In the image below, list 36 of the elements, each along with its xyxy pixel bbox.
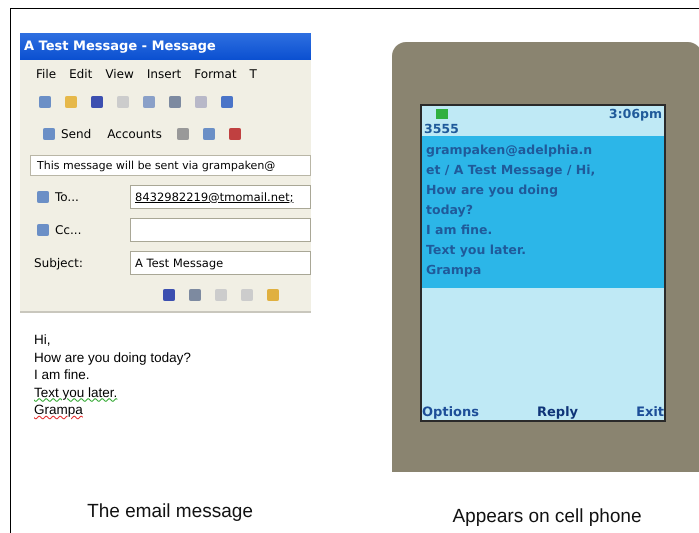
info-bar: This message will be sent via grampaken@ <box>30 155 311 176</box>
input-field[interactable]: A Test Message <box>130 250 311 274</box>
caption: The email message <box>86 501 254 523</box>
caption: Appears on cell phone <box>451 506 643 528</box>
message-line: Text you later. <box>426 241 528 259</box>
softkey[interactable]: Exit <box>636 405 664 420</box>
window-title: A Test Message - Message <box>20 33 311 60</box>
accounts-button[interactable]: Accounts <box>103 127 166 141</box>
message-line: Grampa <box>426 261 482 279</box>
menu-item[interactable]: Edit <box>69 67 92 81</box>
menu-item[interactable]: File <box>36 67 56 81</box>
body-line: Grampa <box>34 401 83 418</box>
softkey[interactable]: Options <box>422 405 479 420</box>
message-line: grampaken@adelphia.n <box>426 141 594 159</box>
field-label: Subject: <box>34 256 84 270</box>
field-label[interactable]: Cc... <box>34 220 130 238</box>
menu-item[interactable]: T <box>250 67 257 81</box>
menu-item[interactable]: View <box>105 67 134 81</box>
body-line: How are you doing today? <box>34 348 191 366</box>
message-line: et / A Test Message / Hi, <box>426 161 596 179</box>
menu-item[interactable]: Format <box>194 67 237 81</box>
message-line: today? <box>426 201 474 219</box>
input-field[interactable]: 8432982219@tmomail.net; <box>130 184 311 208</box>
message-line: I am fine. <box>426 221 494 239</box>
softkey[interactable]: Reply <box>536 405 578 420</box>
message-line: How are you doing <box>426 181 560 199</box>
body-line: Hi, <box>34 331 50 348</box>
input-field[interactable] <box>130 218 311 242</box>
menu-item[interactable]: Insert <box>146 67 182 81</box>
message-body[interactable]: Hi, How are you doing today? I am fine. Text you later. Grampa <box>20 311 311 467</box>
send-button[interactable]: Send <box>36 125 96 143</box>
body-line: Text you later. <box>34 384 118 401</box>
body-line: I am fine. <box>34 366 90 384</box>
field-label[interactable]: To... <box>34 188 130 206</box>
time-label: 3:06pm <box>608 106 662 121</box>
sender-label: 3555 <box>424 121 459 136</box>
